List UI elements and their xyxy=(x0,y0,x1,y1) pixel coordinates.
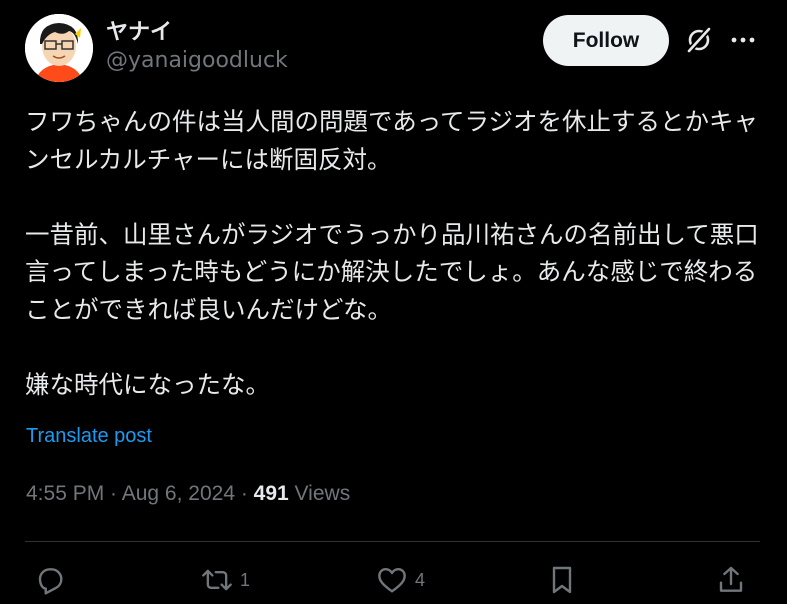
share-icon xyxy=(719,566,743,592)
meta-separator: · xyxy=(104,482,122,505)
tweet-paragraph-2: 一昔前、山里さんがラジオでうっかり品川祐さんの名前出して悪口言ってしまった時もど… xyxy=(25,219,759,324)
like-count: 4 xyxy=(415,569,426,590)
post-date[interactable]: Aug 6, 2024 xyxy=(122,482,235,505)
grok-icon[interactable] xyxy=(684,25,714,55)
display-name[interactable]: ヤナイ xyxy=(106,14,172,46)
post-time[interactable]: 4:55 PM xyxy=(26,482,104,505)
tweet-text: フワちゃんの件は当人間の問題であってラジオを休止するとかキャンセルカルチャーには… xyxy=(25,103,765,403)
tweet-paragraph-1: フワちゃんの件は当人間の問題であってラジオを休止するとかキャンセルカルチャーには… xyxy=(25,107,759,174)
meta-separator-2: · xyxy=(235,482,254,505)
views-count: 491 xyxy=(253,482,289,505)
divider xyxy=(25,541,760,542)
repost-icon xyxy=(202,569,232,591)
reply-button[interactable] xyxy=(34,563,72,597)
translate-post-link[interactable]: Translate post xyxy=(26,425,152,448)
avatar[interactable] xyxy=(25,14,93,82)
user-handle[interactable]: @yanaigoodluck xyxy=(106,48,288,73)
tweet-paragraph-3: 嫌な時代になったな。 xyxy=(25,369,270,399)
bookmark-icon xyxy=(552,566,572,594)
views-label: Views xyxy=(288,482,351,505)
reply-icon xyxy=(38,568,63,595)
repost-button[interactable]: 1 xyxy=(200,563,250,597)
bookmark-button[interactable] xyxy=(547,563,577,597)
follow-button[interactable]: Follow xyxy=(543,15,669,66)
tweet-meta: 4:55 PM · Aug 6, 2024 · 491 Views xyxy=(26,482,350,506)
cartoon-avatar-icon xyxy=(25,14,93,82)
heart-icon xyxy=(378,568,406,593)
more-icon[interactable] xyxy=(728,27,758,53)
share-button[interactable] xyxy=(716,563,746,597)
repost-count: 1 xyxy=(240,569,251,590)
like-button[interactable]: 4 xyxy=(375,563,425,597)
